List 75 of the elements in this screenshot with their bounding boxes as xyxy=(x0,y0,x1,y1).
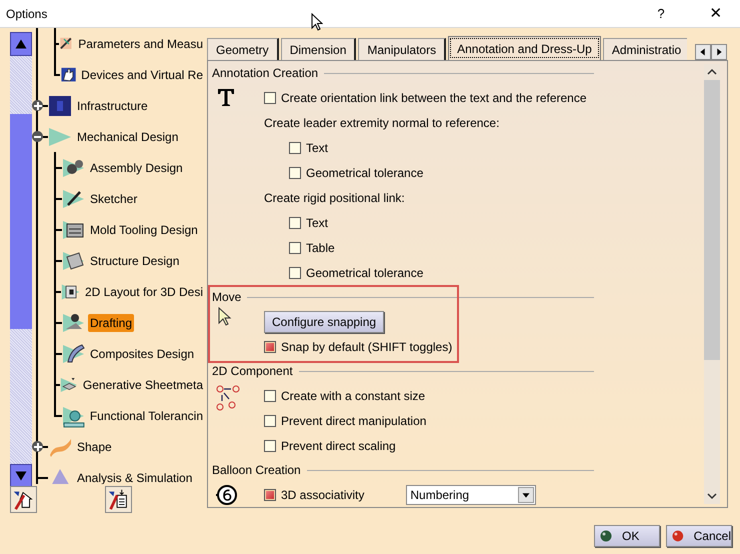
tree-item[interactable]: Infrastructure xyxy=(75,96,150,114)
checkbox[interactable] xyxy=(264,414,276,426)
options-home-icon[interactable] xyxy=(10,486,37,513)
checkbox[interactable] xyxy=(289,216,301,228)
tree-item[interactable]: Sketcher xyxy=(88,190,140,208)
configure-button[interactable]: Configure snapping xyxy=(264,310,384,332)
checkbox-label: Geometrical tolerance xyxy=(306,266,424,280)
tree-scrollbar[interactable] xyxy=(10,32,32,488)
tree-item[interactable]: Shape xyxy=(75,438,114,456)
checkbox-label: Text xyxy=(306,216,328,230)
group-label: Create rigid positional link: xyxy=(264,190,405,206)
checkbox-label: Prevent direct manipulation xyxy=(281,414,426,428)
checkbox[interactable] xyxy=(264,440,276,452)
sphere-icon xyxy=(600,530,612,542)
tree-item[interactable]: Structure Design xyxy=(88,252,182,270)
expand-icon[interactable] xyxy=(32,100,43,111)
tree-item[interactable]: Functional Tolerancin xyxy=(88,406,205,424)
tree-item[interactable]: Generative Sheetmeta xyxy=(80,376,205,394)
checkbox[interactable] xyxy=(289,142,301,154)
sphere-icon xyxy=(672,530,684,542)
section-title: 2D Component xyxy=(212,363,293,380)
checkbox-label: Prevent direct scaling xyxy=(281,438,396,452)
scroll-thumb[interactable] xyxy=(704,80,720,360)
help-button[interactable]: ? xyxy=(650,0,672,28)
checkbox[interactable] xyxy=(264,92,276,104)
text-icon xyxy=(216,87,236,107)
tab[interactable]: Manipulators xyxy=(358,38,446,60)
checkbox[interactable] xyxy=(264,488,276,500)
section-title: Balloon Creation xyxy=(212,462,301,479)
checkbox-label: Create with a constant size xyxy=(281,388,426,402)
scroll-thumb[interactable] xyxy=(10,114,32,329)
tab[interactable]: Annotation and Dress-Up xyxy=(448,36,601,60)
cursor-icon xyxy=(218,307,232,327)
tab-scroll-right-icon[interactable] xyxy=(711,44,727,60)
balloon-number-icon xyxy=(216,484,238,506)
checkbox[interactable] xyxy=(264,340,276,352)
window-title: Options xyxy=(6,6,48,22)
block-icon xyxy=(48,94,72,118)
checkbox-label: Geometrical tolerance xyxy=(306,166,424,180)
tree-item[interactable]: Drafting xyxy=(88,314,134,332)
section-title: Move xyxy=(212,289,242,306)
options-export-icon[interactable] xyxy=(105,486,132,513)
tab-scroll-left-icon[interactable] xyxy=(695,44,711,60)
tree-item[interactable]: 2D Layout for 3D Desi xyxy=(82,282,205,300)
collapse-icon[interactable] xyxy=(32,131,43,142)
checkbox[interactable] xyxy=(289,242,301,254)
checkbox-label: 3D associativity xyxy=(281,488,364,502)
tree-item[interactable]: Assembly Design xyxy=(88,158,185,176)
component-icon xyxy=(216,385,240,411)
tab[interactable]: Geometry xyxy=(207,38,279,60)
content-scrollbar[interactable] xyxy=(704,64,720,504)
tree-item[interactable]: Analysis & Simulation xyxy=(75,468,194,484)
tab[interactable]: Administratio xyxy=(602,38,687,60)
tree-item[interactable]: Mechanical Design xyxy=(75,128,180,146)
dropdown[interactable]: Numbering xyxy=(406,484,536,504)
checkbox-label: Table xyxy=(306,240,335,254)
scroll-up-icon[interactable] xyxy=(10,32,32,56)
ok-button[interactable]: OK xyxy=(594,525,660,547)
checkbox-label: Text xyxy=(306,140,328,154)
scroll-down-icon[interactable] xyxy=(10,464,32,488)
checkbox[interactable] xyxy=(264,390,276,402)
close-button[interactable]: ✕ xyxy=(704,0,728,28)
checkbox[interactable] xyxy=(289,166,301,178)
checkbox[interactable] xyxy=(289,266,301,278)
checkbox-label: Create orientation link between the text and the reference xyxy=(281,90,587,104)
tab[interactable]: Dimension xyxy=(280,38,356,60)
tree-item[interactable]: Devices and Virtual Re xyxy=(79,66,205,84)
group-label: Create leader extremity normal to reference: xyxy=(264,114,500,132)
tree-item[interactable]: Parameters and Measu xyxy=(76,34,205,52)
checkbox-label: Snap by default (SHIFT toggles) xyxy=(281,340,452,354)
expand-icon[interactable] xyxy=(32,441,43,452)
tree-item[interactable]: Composites Design xyxy=(88,344,196,362)
section-title: Annotation Creation xyxy=(212,65,318,82)
cancel-button[interactable]: Cancel xyxy=(666,525,732,547)
tree-item[interactable]: Mold Tooling Design xyxy=(88,220,200,238)
